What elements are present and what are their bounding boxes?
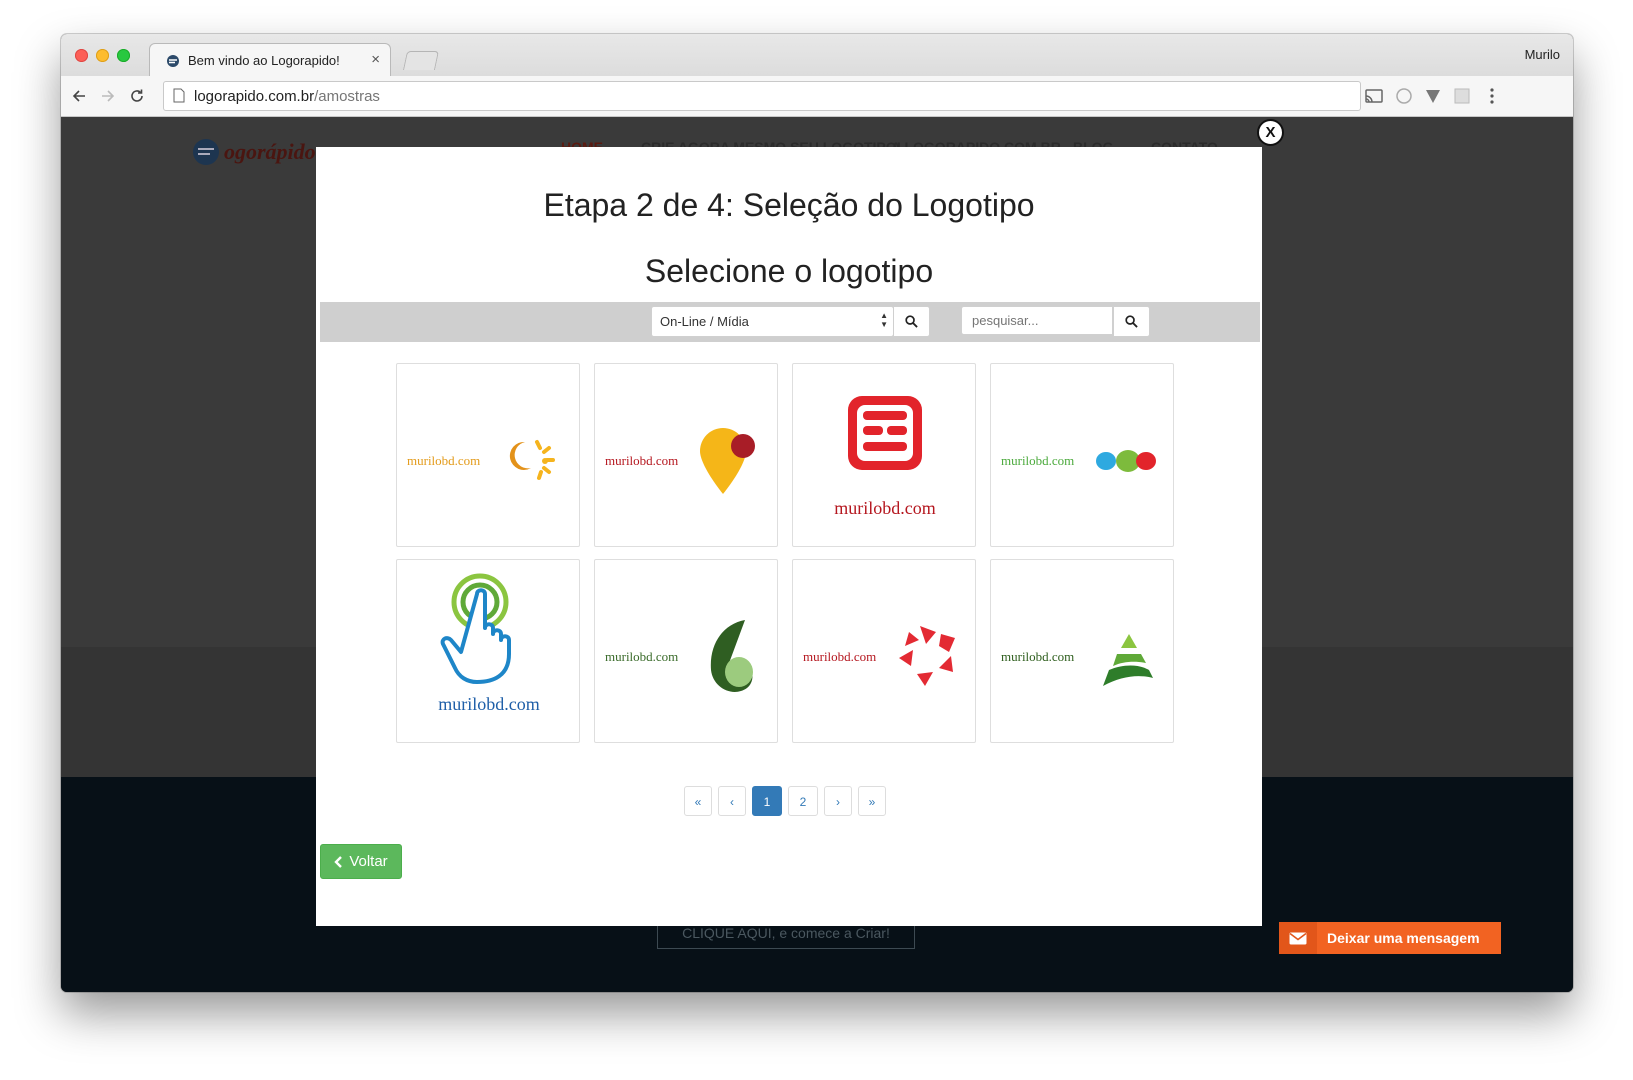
logo-card-6-text: murilobd.com bbox=[605, 649, 678, 664]
site-favicon-icon bbox=[167, 55, 179, 67]
new-tab-button[interactable] bbox=[402, 51, 440, 70]
url-text: logorapido.com.br/amostras bbox=[194, 88, 380, 105]
logo-card-2-text: murilobd.com bbox=[605, 453, 678, 468]
site-logo-icon bbox=[193, 139, 219, 165]
modal-close-button[interactable]: X bbox=[1257, 119, 1284, 146]
close-window-button[interactable] bbox=[75, 49, 88, 62]
url-domain: logorapido.com.br bbox=[194, 88, 315, 105]
browser-toolbar: logorapido.com.br/amostras bbox=[61, 76, 1573, 117]
chevron-left-icon bbox=[334, 855, 343, 868]
logo-card-8[interactable]: murilobd.com bbox=[990, 559, 1174, 743]
logo-card-2[interactable]: murilobd.com bbox=[594, 363, 778, 547]
logo-grid: murilobd.com murilobd.com murilobd.com m… bbox=[396, 363, 1180, 749]
page-1-button[interactable]: 1 bbox=[752, 786, 782, 816]
logo-card-1[interactable]: murilobd.com bbox=[396, 363, 580, 547]
page-icon bbox=[173, 88, 185, 103]
back-button-label: Voltar bbox=[349, 853, 388, 870]
search-icon bbox=[905, 315, 918, 328]
back-arrow-icon[interactable] bbox=[68, 85, 90, 107]
cast-icon[interactable] bbox=[1364, 86, 1384, 106]
logo-card-3-text: murilobd.com bbox=[834, 498, 936, 518]
url-path: /amostras bbox=[314, 88, 380, 105]
vimium-icon[interactable] bbox=[1423, 86, 1443, 106]
filter-bar: On-Line / Mídia ▲ ▼ bbox=[320, 302, 1260, 342]
extension-circle-icon[interactable] bbox=[1394, 86, 1414, 106]
category-search-button[interactable] bbox=[893, 306, 930, 337]
tab-title: Bem vindo ao Logorapido! bbox=[188, 53, 340, 68]
chat-widget-label: Deixar uma mensagem bbox=[1327, 930, 1480, 946]
logo-card-4[interactable]: murilobd.com bbox=[990, 363, 1174, 547]
page-next-button[interactable]: › bbox=[824, 786, 852, 816]
logo-card-7-text: murilobd.com bbox=[803, 649, 876, 664]
search-icon bbox=[1125, 315, 1138, 328]
address-bar[interactable]: logorapido.com.br/amostras bbox=[163, 81, 1361, 111]
envelope-icon bbox=[1279, 922, 1317, 954]
leaf-seed-icon bbox=[710, 620, 753, 692]
minimize-window-button[interactable] bbox=[96, 49, 109, 62]
search-button[interactable] bbox=[1113, 306, 1150, 337]
category-select[interactable]: On-Line / Mídia ▲ ▼ bbox=[651, 306, 894, 337]
select-arrows-icon: ▲ ▼ bbox=[880, 311, 888, 329]
page-viewport: ogorápido HOME CRIE AGORA MESMO SEU LOGO… bbox=[61, 117, 1573, 992]
browser-window: Bem vindo ao Logorapido! × Murilo logora… bbox=[61, 34, 1573, 992]
modal-subtitle: Selecione o logotipo bbox=[644, 253, 934, 289]
sun-moon-icon bbox=[509, 440, 555, 480]
tree-triangle-icon bbox=[1103, 634, 1153, 686]
page-first-button[interactable]: « bbox=[684, 786, 712, 816]
search-input[interactable] bbox=[961, 306, 1113, 335]
logo-selection-modal: Etapa 2 de 4: Seleção do Logotipo Seleci… bbox=[316, 147, 1262, 926]
page-last-button[interactable]: » bbox=[858, 786, 886, 816]
browser-tab-active[interactable]: Bem vindo ao Logorapido! × bbox=[149, 43, 391, 78]
logo-card-4-text: murilobd.com bbox=[1001, 453, 1074, 468]
touch-hand-icon bbox=[440, 573, 511, 684]
reload-icon[interactable] bbox=[126, 85, 148, 107]
logo-card-5[interactable]: murilobd.com bbox=[396, 559, 580, 743]
three-dots-icon bbox=[1096, 450, 1156, 472]
back-button[interactable]: Voltar bbox=[320, 844, 402, 879]
extension-grid-icon[interactable] bbox=[1452, 86, 1472, 106]
menu-dots-icon[interactable] bbox=[1482, 86, 1502, 106]
profile-name[interactable]: Murilo bbox=[1525, 47, 1560, 62]
category-select-value: On-Line / Mídia bbox=[660, 314, 749, 329]
maximize-window-button[interactable] bbox=[117, 49, 130, 62]
step-title: Etapa 2 de 4: Seleção do Logotipo bbox=[543, 187, 1035, 223]
logo-card-6[interactable]: murilobd.com bbox=[594, 559, 778, 743]
tab-strip: Bem vindo ao Logorapido! × Murilo bbox=[61, 34, 1573, 78]
red-e-monogram-icon bbox=[848, 396, 922, 470]
logo-card-5-text: murilobd.com bbox=[438, 694, 540, 714]
red-star-icon bbox=[899, 626, 955, 686]
page-2-button[interactable]: 2 bbox=[788, 786, 818, 816]
page-prev-button[interactable]: ‹ bbox=[718, 786, 746, 816]
chat-widget-button[interactable]: Deixar uma mensagem bbox=[1279, 922, 1501, 954]
logo-card-7[interactable]: murilobd.com bbox=[792, 559, 976, 743]
logo-card-1-text: murilobd.com bbox=[407, 453, 480, 468]
map-pin-icon bbox=[700, 428, 755, 494]
logo-card-3[interactable]: murilobd.com bbox=[792, 363, 976, 547]
forward-arrow-icon[interactable] bbox=[97, 85, 119, 107]
logo-card-8-text: murilobd.com bbox=[1001, 649, 1074, 664]
site-logo-text: ogorápido bbox=[224, 139, 316, 164]
tab-close-icon[interactable]: × bbox=[371, 51, 380, 68]
site-logo[interactable]: ogorápido bbox=[192, 135, 316, 169]
